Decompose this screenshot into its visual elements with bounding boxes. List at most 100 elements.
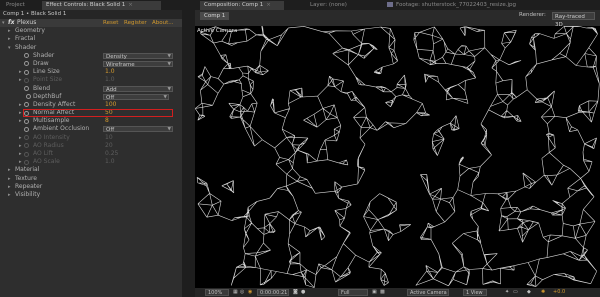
disclosure-triangle-icon[interactable]: ▸ bbox=[19, 109, 22, 117]
stopwatch-icon[interactable] bbox=[24, 151, 29, 157]
depthbuf-dropdown[interactable]: Off ▼ bbox=[103, 93, 169, 101]
timecode-field[interactable]: 0:00:00:21 bbox=[257, 289, 289, 296]
param-shader: Shader Density ▼ bbox=[0, 52, 182, 60]
line-size-value[interactable]: 1.0 bbox=[105, 68, 115, 76]
stopwatch-icon[interactable] bbox=[24, 102, 29, 108]
tab-footage[interactable]: Footage: shutterstock_77022403_resize.jp… bbox=[383, 1, 520, 10]
disclosure-triangle-icon[interactable]: ▸ bbox=[19, 68, 22, 76]
panel-divider bbox=[182, 10, 195, 297]
disclosure-triangle-icon[interactable]: ▸ bbox=[19, 101, 22, 109]
timeline-icon[interactable]: ▭ bbox=[513, 289, 518, 296]
region-of-interest-icon[interactable]: ▣ bbox=[372, 289, 377, 296]
group-geometry[interactable]: ▸ Geometry bbox=[0, 27, 182, 35]
param-ao-radius: ▸ AO Radius 20 bbox=[19, 141, 113, 150]
group-visibility[interactable]: ▸ Visibility bbox=[0, 191, 182, 199]
group-fractal[interactable]: ▸ Fractal bbox=[0, 35, 182, 43]
tab-effect-controls[interactable]: Effect Controls: Black Solid 1 × bbox=[42, 1, 161, 10]
about-button[interactable]: About... bbox=[152, 19, 174, 27]
camera-snapshot-icon[interactable]: ◉ bbox=[248, 289, 252, 296]
tab-composition[interactable]: Composition: Comp 1 × bbox=[200, 1, 284, 10]
resolution-dropdown[interactable]: Full bbox=[338, 289, 368, 296]
disclosure-triangle-icon[interactable]: ▸ bbox=[19, 117, 22, 125]
chevron-down-icon: ▼ bbox=[163, 94, 167, 100]
stopwatch-icon[interactable] bbox=[24, 53, 29, 59]
disclosure-triangle-icon[interactable]: ▸ bbox=[19, 76, 22, 84]
exposure-icon[interactable]: ✺ bbox=[541, 289, 545, 296]
color-channel-icon[interactable]: ● bbox=[301, 289, 305, 296]
density-affect-value[interactable]: 100 bbox=[105, 101, 116, 109]
footage-icon bbox=[387, 2, 393, 7]
stopwatch-icon[interactable] bbox=[26, 94, 31, 100]
wireframe-render bbox=[195, 26, 600, 288]
chevron-down-icon: ▼ bbox=[167, 61, 171, 67]
fast-previews-icon[interactable]: ✦ bbox=[505, 289, 509, 296]
group-material[interactable]: ▸ Material bbox=[0, 166, 182, 174]
disclosure-triangle-icon[interactable]: ▸ bbox=[19, 134, 22, 142]
tab-project[interactable]: Project bbox=[2, 1, 29, 10]
composition-viewer[interactable]: Active Camera bbox=[195, 26, 600, 288]
disclosure-triangle-icon[interactable]: ▸ bbox=[19, 150, 22, 158]
highlight-box bbox=[23, 109, 173, 117]
stopwatch-icon[interactable] bbox=[24, 61, 29, 67]
shader-dropdown[interactable]: Density ▼ bbox=[103, 52, 173, 60]
stopwatch-icon[interactable] bbox=[24, 143, 29, 149]
panel-tab-bar: Project Effect Controls: Black Solid 1 × … bbox=[0, 0, 600, 10]
disclosure-triangle-icon[interactable]: ▾ bbox=[2, 19, 5, 27]
stopwatch-icon[interactable] bbox=[24, 69, 29, 75]
active-camera-label: Active Camera bbox=[197, 28, 238, 34]
views-dropdown[interactable]: 1 View bbox=[463, 289, 487, 296]
tab-layer[interactable]: Layer: (none) bbox=[306, 1, 351, 10]
param-point-size: ▸ Point Size 1.0 bbox=[19, 76, 115, 84]
draw-dropdown[interactable]: Wireframe ▼ bbox=[103, 60, 173, 68]
camera-dropdown[interactable]: Active Camera bbox=[407, 289, 449, 296]
disclosure-triangle-icon[interactable]: ▸ bbox=[8, 183, 11, 191]
close-icon[interactable]: × bbox=[266, 2, 271, 8]
breadcrumb: Comp 1 • Black Solid 1 bbox=[0, 10, 182, 19]
close-icon[interactable]: × bbox=[128, 2, 133, 8]
grid-icon[interactable]: ▦ bbox=[233, 289, 238, 296]
renderer-label: Renderer: bbox=[519, 12, 546, 18]
disclosure-triangle-icon[interactable]: ▸ bbox=[8, 175, 11, 183]
stopwatch-icon[interactable] bbox=[24, 135, 29, 141]
ambient-occlusion-dropdown[interactable]: Off ▼ bbox=[103, 126, 173, 133]
point-size-value: 1.0 bbox=[105, 76, 115, 84]
stopwatch-icon[interactable] bbox=[24, 118, 29, 124]
exposure-value[interactable]: +0.0 bbox=[553, 289, 565, 296]
register-button[interactable]: Register bbox=[124, 19, 147, 27]
stopwatch-icon[interactable] bbox=[24, 159, 29, 165]
param-ao-intensity: ▸ AO Intensity 10 bbox=[19, 133, 113, 142]
disclosure-triangle-icon[interactable]: ▸ bbox=[8, 35, 11, 43]
tab-composition-label: Composition: Comp 1 bbox=[204, 2, 264, 8]
comp-tab[interactable]: Comp 1 bbox=[200, 12, 230, 20]
zoom-dropdown[interactable]: 100% bbox=[205, 289, 229, 296]
disclosure-triangle-icon[interactable]: ▸ bbox=[8, 27, 11, 35]
group-shader[interactable]: ▾ Shader bbox=[0, 44, 182, 52]
reset-button[interactable]: Reset bbox=[103, 19, 118, 27]
blend-dropdown[interactable]: Add ▼ bbox=[103, 85, 173, 93]
param-ao-lift: ▸ AO Lift 0.25 bbox=[19, 150, 119, 158]
param-line-size: ▸ Line Size 1.0 bbox=[19, 68, 115, 76]
fx-toggle[interactable]: fx bbox=[8, 19, 14, 27]
disclosure-triangle-icon[interactable]: ▸ bbox=[8, 166, 11, 174]
chevron-down-icon: ▼ bbox=[167, 127, 171, 133]
multisample-value[interactable]: 8 bbox=[105, 117, 109, 125]
stopwatch-icon[interactable] bbox=[24, 86, 29, 91]
stopwatch-icon[interactable] bbox=[24, 77, 29, 83]
param-ambient-occlusion: Ambient Occlusion Off ▼ bbox=[0, 125, 182, 133]
mesh-lines bbox=[195, 26, 600, 288]
stopwatch-icon[interactable] bbox=[24, 126, 29, 132]
disclosure-triangle-icon[interactable]: ▸ bbox=[19, 142, 22, 150]
composition-panel: Comp 1 Renderer: Ray-traced 3D Active Ca… bbox=[195, 10, 600, 297]
disclosure-triangle-icon[interactable]: ▸ bbox=[19, 158, 22, 166]
transparency-grid-icon[interactable]: ▩ bbox=[380, 289, 385, 296]
disclosure-triangle-icon[interactable]: ▸ bbox=[8, 191, 11, 199]
flowchart-icon[interactable]: ◆ bbox=[527, 289, 531, 296]
group-texture[interactable]: ▸ Texture bbox=[0, 175, 182, 183]
disclosure-triangle-icon[interactable]: ▾ bbox=[8, 44, 11, 52]
group-repeater[interactable]: ▸ Repeater bbox=[0, 183, 182, 191]
renderer-dropdown[interactable]: Ray-traced 3D bbox=[552, 12, 595, 28]
viewer-bottom-bar: 100% ▦ ◎ ◉ 0:00:00:21 ◙ ● Full ▣ ▩ Activ… bbox=[195, 288, 600, 297]
chevron-down-icon: ▼ bbox=[167, 86, 171, 92]
mask-icon[interactable]: ◎ bbox=[240, 289, 244, 296]
snapshot-icon[interactable]: ◙ bbox=[293, 289, 298, 296]
